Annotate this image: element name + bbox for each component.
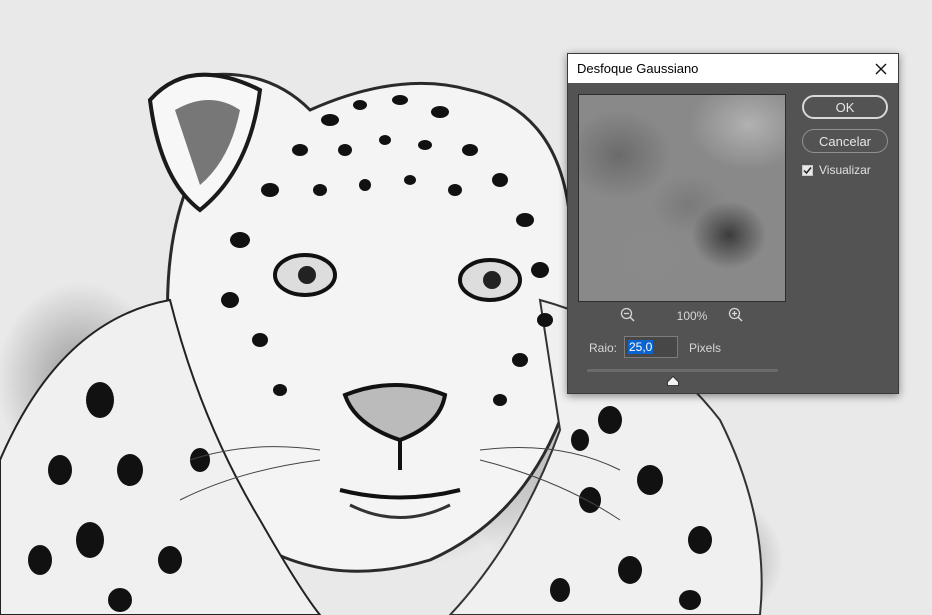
preview-checkbox[interactable] [802, 164, 813, 176]
check-icon [803, 166, 812, 174]
dialog-title: Desfoque Gaussiano [577, 61, 699, 76]
cancel-button[interactable]: Cancelar [802, 129, 888, 153]
zoom-in-icon [728, 307, 743, 322]
gaussian-blur-dialog: Desfoque Gaussiano 100% Raio: 25,0 Pixel… [567, 53, 899, 394]
zoom-in-button[interactable] [728, 307, 744, 328]
ok-button[interactable]: OK [802, 95, 888, 119]
radius-value: 25,0 [628, 340, 654, 354]
zoom-controls: 100% [578, 307, 786, 325]
blur-preview[interactable] [578, 94, 786, 302]
radius-label: Raio: [589, 341, 618, 355]
slider-thumb-icon [667, 375, 679, 386]
close-icon [875, 63, 887, 75]
zoom-level: 100% [676, 309, 708, 323]
radius-input[interactable]: 25,0 [624, 336, 678, 358]
preview-checkbox-row: Visualizar [802, 163, 871, 177]
close-button[interactable] [870, 58, 892, 80]
radius-unit: Pixels [689, 341, 722, 355]
radius-slider[interactable] [587, 369, 778, 372]
zoom-out-button[interactable] [620, 307, 636, 328]
preview-checkbox-label: Visualizar [819, 163, 871, 177]
dialog-titlebar[interactable]: Desfoque Gaussiano [568, 54, 898, 83]
zoom-out-icon [620, 307, 635, 322]
radius-slider-thumb[interactable] [667, 373, 679, 391]
